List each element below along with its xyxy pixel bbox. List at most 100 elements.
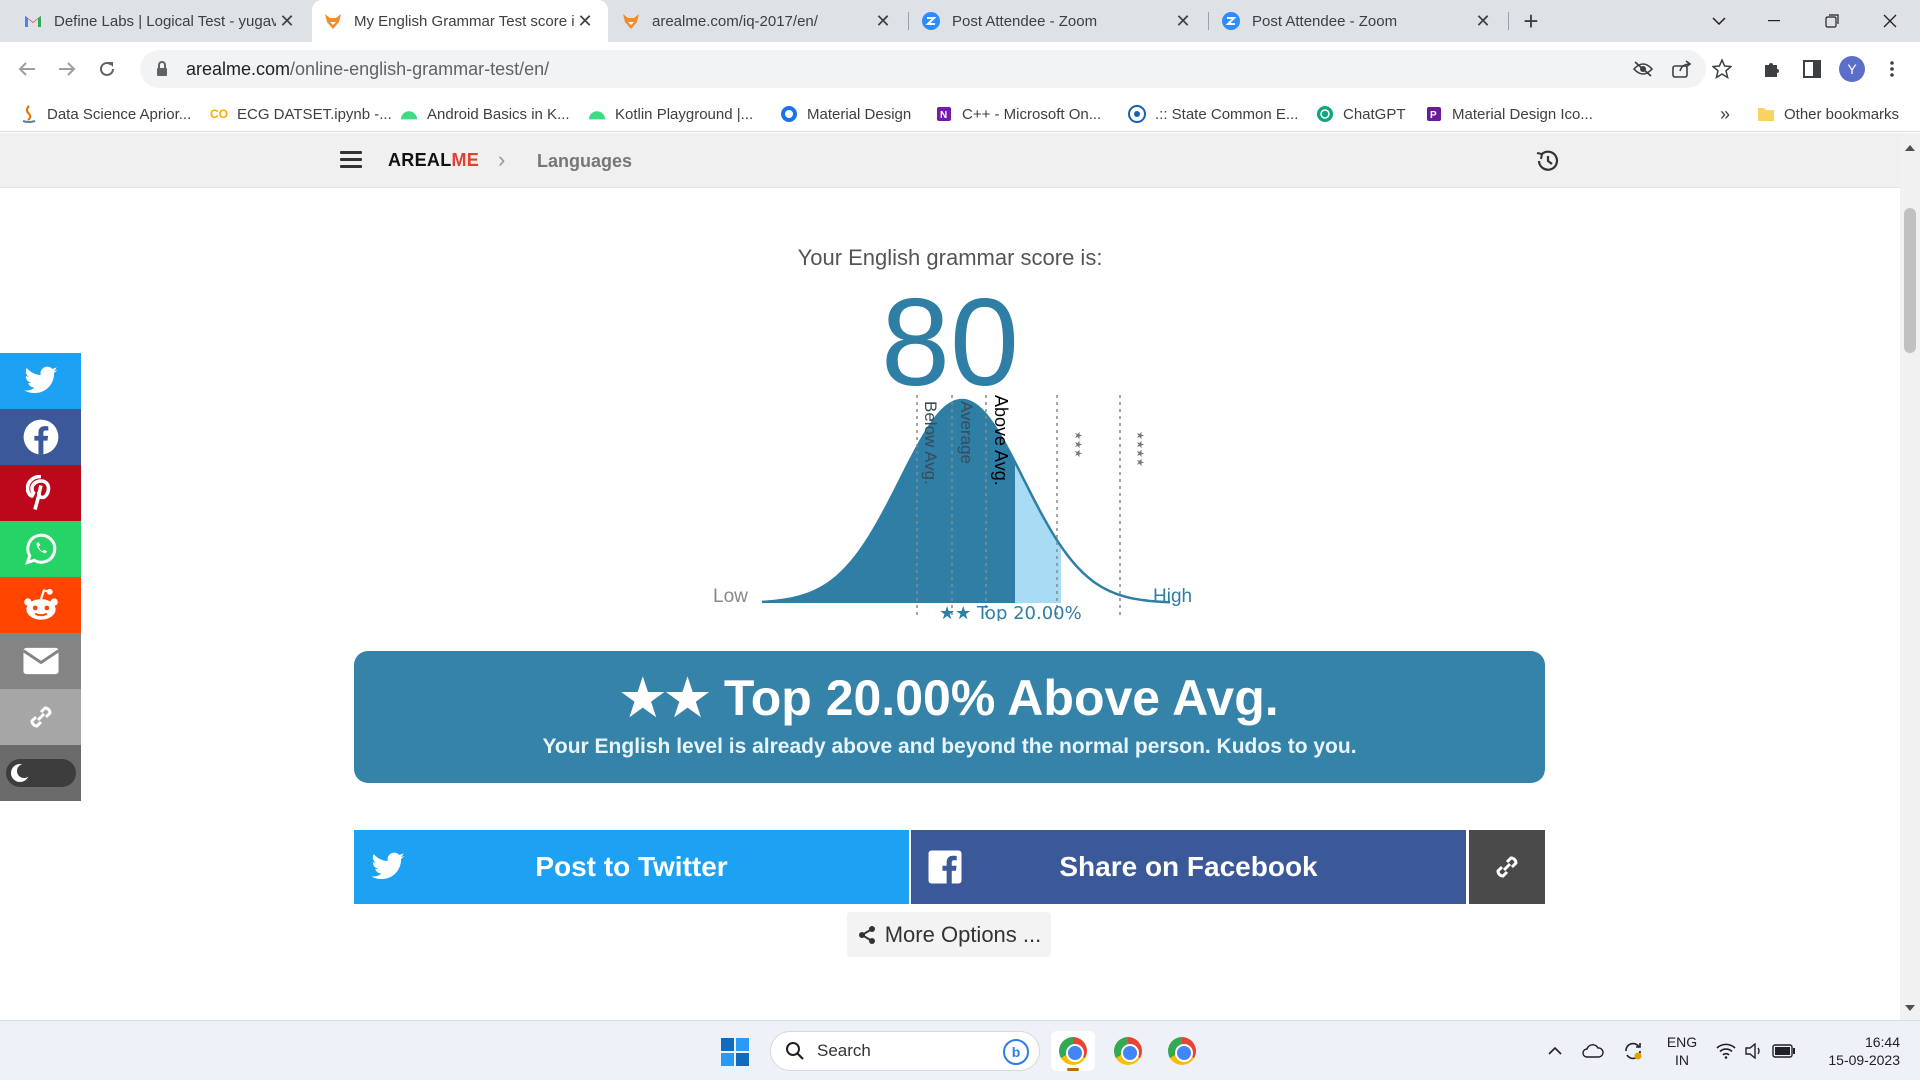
- taskbar-search[interactable]: Search b: [770, 1031, 1040, 1071]
- volume-icon[interactable]: [1740, 1021, 1768, 1080]
- post-to-twitter-button[interactable]: Post to Twitter: [354, 830, 909, 904]
- region-code: IN: [1675, 1052, 1689, 1068]
- side-panel-icon[interactable]: [1795, 52, 1829, 86]
- breadcrumb-languages[interactable]: Languages: [537, 151, 632, 172]
- email-icon: [22, 647, 59, 675]
- onedrive-icon[interactable]: [1578, 1021, 1608, 1080]
- bookmark-star-icon[interactable]: [1705, 52, 1739, 86]
- bookmark-android-basics[interactable]: Android Basics in K...: [400, 96, 570, 132]
- language-indicator[interactable]: ENG IN: [1665, 1033, 1699, 1069]
- pinterest-icon: [25, 475, 50, 510]
- score-distribution-curve: Below Avg. Average Above Avg. ★★★ ★★★★ L…: [713, 395, 1192, 621]
- other-bookmarks[interactable]: Other bookmarks: [1757, 96, 1899, 132]
- share-on-facebook-button[interactable]: Share on Facebook: [911, 830, 1466, 904]
- twitter-icon: [24, 366, 57, 394]
- tab-divider: [1208, 12, 1209, 30]
- lock-icon: [157, 61, 167, 76]
- chrome-icon: [1168, 1037, 1196, 1065]
- scroll-up-arrow-icon[interactable]: [1905, 145, 1915, 151]
- band-label-below-avg: Below Avg.: [921, 401, 940, 485]
- bookmark-material-design[interactable]: Material Design: [780, 96, 911, 132]
- profile-avatar[interactable]: Y: [1835, 52, 1869, 86]
- hamburger-menu-icon[interactable]: [340, 151, 362, 169]
- more-options-button[interactable]: More Options ...: [847, 912, 1051, 957]
- sync-icon[interactable]: [1618, 1021, 1648, 1080]
- kebab-menu-icon[interactable]: [1875, 52, 1909, 86]
- taskbar-chrome-profile-3[interactable]: [1160, 1031, 1204, 1071]
- reload-button[interactable]: [92, 54, 122, 84]
- arealme-fox-icon: [324, 12, 342, 30]
- tab-define-labs[interactable]: Define Labs | Logical Test - yugav ✕: [12, 0, 310, 42]
- bookmark-kotlin-playground[interactable]: Kotlin Playground |...: [588, 96, 753, 132]
- site-logo[interactable]: AREALME: [388, 150, 479, 171]
- rail-reddit-button[interactable]: [0, 577, 81, 633]
- close-icon[interactable]: ✕: [872, 11, 894, 32]
- browser-toolbar: arealme.com/online-english-grammar-test/…: [0, 42, 1920, 96]
- close-icon[interactable]: ✕: [276, 11, 298, 32]
- bookmark-chatgpt[interactable]: ChatGPT: [1316, 96, 1406, 132]
- show-hidden-icons-button[interactable]: [1540, 1021, 1570, 1080]
- facebook-icon: [928, 850, 962, 884]
- arealme-fox-icon: [622, 12, 640, 30]
- facebook-button-label: Share on Facebook: [1059, 851, 1318, 882]
- close-icon[interactable]: ✕: [1472, 11, 1494, 32]
- minimize-button[interactable]: [1745, 0, 1803, 42]
- back-button[interactable]: [12, 54, 42, 84]
- rail-twitter-button[interactable]: [0, 353, 81, 409]
- band-label-4-stars: ★★★★: [1134, 431, 1145, 467]
- windows-start-icon[interactable]: [720, 1037, 750, 1067]
- share-icon[interactable]: [1665, 52, 1699, 86]
- battery-icon[interactable]: [1768, 1021, 1800, 1080]
- high-label: High: [1153, 586, 1192, 607]
- tab-search-button[interactable]: [1690, 0, 1748, 42]
- eye-off-icon[interactable]: [1626, 52, 1660, 86]
- new-tab-button[interactable]: +: [1516, 6, 1546, 36]
- scrollbar-thumb[interactable]: [1904, 208, 1916, 353]
- band-label-above-avg: Above Avg.: [991, 395, 1011, 486]
- bookmark-cpp-onenote[interactable]: N C++ - Microsoft On...: [935, 96, 1101, 132]
- taskbar-chrome-profile-1[interactable]: [1051, 1031, 1095, 1071]
- address-bar[interactable]: arealme.com/online-english-grammar-test/…: [140, 50, 1706, 88]
- colab-icon: CO: [210, 107, 228, 121]
- dark-mode-toggle[interactable]: [0, 745, 81, 801]
- system-clock[interactable]: 16:44 15-09-2023: [1810, 1033, 1900, 1069]
- tab-arealme-iq[interactable]: arealme.com/iq-2017/en/ ✕: [610, 0, 906, 42]
- bookmark-label: ECG DATSET.ipynb -...: [237, 105, 392, 123]
- bookmark-label: Material Design Ico...: [1452, 105, 1593, 123]
- search-icon: [786, 1042, 804, 1060]
- language-code: ENG: [1666, 1034, 1698, 1050]
- restore-button[interactable]: [1803, 0, 1861, 42]
- rail-whatsapp-button[interactable]: [0, 521, 81, 577]
- band-label-3-stars: ★★★: [1072, 431, 1083, 458]
- bookmark-data-science[interactable]: Data Science Aprior...: [20, 96, 191, 132]
- scroll-down-arrow-icon[interactable]: [1905, 1005, 1915, 1011]
- rail-email-button[interactable]: [0, 633, 81, 689]
- bookmarks-bar: Data Science Aprior... CO ECG DATSET.ipy…: [0, 96, 1920, 132]
- bookmark-state-common[interactable]: .:: State Common E...: [1128, 96, 1298, 132]
- bing-icon[interactable]: b: [1003, 1039, 1029, 1065]
- zoom-icon: [1222, 12, 1240, 30]
- rail-link-button[interactable]: [0, 689, 81, 745]
- copy-link-button[interactable]: [1469, 830, 1545, 904]
- taskbar-chrome-profile-2[interactable]: [1106, 1031, 1150, 1071]
- wifi-icon[interactable]: [1712, 1021, 1740, 1080]
- top-percent-marker: ★★ Top 20.00%: [939, 603, 1082, 621]
- tab-zoom-1[interactable]: Post Attendee - Zoom ✕: [910, 0, 1206, 42]
- page-scrollbar[interactable]: [1900, 133, 1920, 1020]
- history-icon[interactable]: [1534, 148, 1560, 174]
- close-icon[interactable]: ✕: [574, 11, 596, 32]
- tab-grammar-score[interactable]: My English Grammar Test score is ✕: [312, 0, 608, 42]
- tab-zoom-2[interactable]: Post Attendee - Zoom ✕: [1210, 0, 1506, 42]
- bookmark-ecg-dataset[interactable]: CO ECG DATSET.ipynb -...: [210, 96, 392, 132]
- twitter-icon: [371, 852, 405, 880]
- rail-facebook-button[interactable]: [0, 409, 81, 465]
- tab-title: Post Attendee - Zoom: [952, 12, 1098, 30]
- close-icon[interactable]: ✕: [1172, 11, 1194, 32]
- extensions-icon[interactable]: [1755, 52, 1789, 86]
- forward-button[interactable]: [52, 54, 82, 84]
- bookmarks-overflow-button[interactable]: »: [1720, 96, 1730, 132]
- rail-pinterest-button[interactable]: [0, 465, 81, 521]
- close-window-button[interactable]: [1861, 0, 1919, 42]
- bookmark-material-icons[interactable]: P Material Design Ico...: [1425, 96, 1593, 132]
- android-icon: [400, 105, 418, 123]
